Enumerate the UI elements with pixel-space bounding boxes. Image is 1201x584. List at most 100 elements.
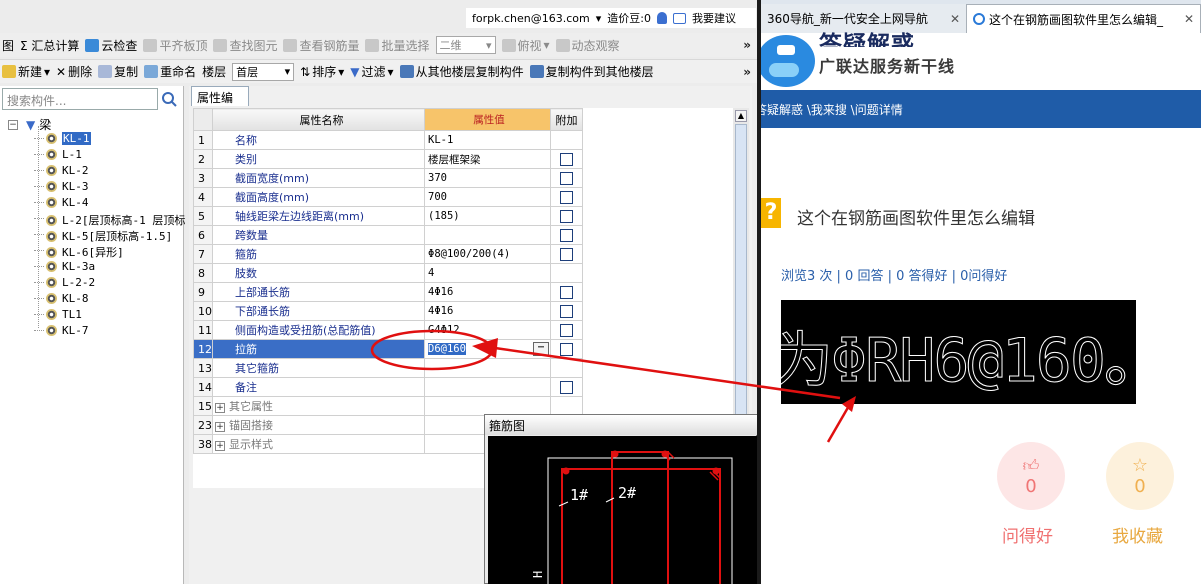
property-value-text[interactable]: (185): [428, 210, 460, 222]
orbit-view-button[interactable]: 动态观察: [555, 37, 620, 54]
view-rebar-button[interactable]: 查看钢筋量: [283, 37, 359, 54]
align-top-button[interactable]: 平齐板顶: [143, 37, 207, 54]
tree-item[interactable]: KL-4: [34, 196, 89, 209]
question-image[interactable]: 为ΦRH6@160。: [781, 300, 1136, 404]
search-icon[interactable]: [160, 90, 178, 108]
extra-checkbox[interactable]: [560, 228, 573, 242]
property-value[interactable]: 700: [424, 187, 551, 207]
property-value-text[interactable]: KL-1: [428, 134, 453, 146]
tree-item[interactable]: L-2[层顶标高-1 层顶标: [34, 212, 185, 228]
property-row[interactable]: 9 上部通长筋 4Φ16: [193, 282, 583, 302]
property-row[interactable]: 10 下部通长筋 4Φ16: [193, 301, 583, 321]
browser-tab-question[interactable]: 这个在钢筋画图软件里怎么编辑_ ✕: [966, 4, 1201, 33]
top-view-button[interactable]: 俯视 ▾: [501, 37, 550, 54]
property-value[interactable]: 4Φ16: [424, 301, 551, 321]
expand-icon[interactable]: +: [215, 441, 225, 451]
summary-calc-button[interactable]: Σ 汇总计算: [20, 37, 79, 54]
cloud-check-button[interactable]: 云检查: [85, 37, 137, 54]
property-row[interactable]: 14 备注: [193, 377, 583, 397]
extra-checkbox[interactable]: [560, 342, 573, 356]
extra-checkbox[interactable]: [560, 190, 573, 204]
property-value[interactable]: [424, 377, 551, 397]
suggest-link[interactable]: 我要建议: [692, 10, 736, 26]
rename-button[interactable]: 重命名: [144, 63, 196, 80]
tree-root-beam[interactable]: − ▼ 梁: [8, 116, 51, 133]
tree-item[interactable]: L-1: [34, 148, 82, 161]
grid-scrollbar[interactable]: ▲: [733, 108, 749, 438]
property-value[interactable]: [424, 396, 551, 416]
find-element-button[interactable]: 查找图元: [213, 37, 277, 54]
bell-icon[interactable]: [656, 12, 667, 24]
copy-button[interactable]: 复制: [98, 63, 138, 80]
tree-item[interactable]: L-2-2: [34, 276, 95, 289]
extra-checkbox[interactable]: [560, 209, 573, 223]
property-value-text[interactable]: 4Φ16: [428, 305, 453, 317]
extra-checkbox[interactable]: [560, 380, 573, 394]
collapse-icon[interactable]: −: [8, 119, 18, 130]
filter-button[interactable]: ▼ 过滤 ▾: [350, 63, 393, 80]
batch-select-button[interactable]: 批量选择: [365, 37, 430, 54]
property-row[interactable]: 4 截面高度(mm) 700: [193, 187, 583, 207]
property-row[interactable]: 8 肢数 4: [193, 263, 583, 283]
overflow-chevron-icon[interactable]: »: [743, 38, 751, 52]
stirrup-diagram-window[interactable]: 箍筋图 1# 2# H: [484, 414, 757, 584]
property-value[interactable]: D6@160 ⋯: [424, 339, 551, 359]
property-value[interactable]: Φ8@100/200(4): [424, 244, 551, 264]
search-input[interactable]: 搜索构件...: [2, 88, 158, 110]
property-value[interactable]: 4Φ16: [424, 282, 551, 302]
overflow-chevron-icon[interactable]: »: [743, 65, 751, 79]
property-row[interactable]: 2 类别 楼层框架梁: [193, 149, 583, 169]
new-button[interactable]: 新建 ▾: [2, 63, 50, 80]
property-value-text[interactable]: 700: [428, 191, 447, 203]
property-row[interactable]: 1 名称 KL-1: [193, 130, 583, 150]
tree-item[interactable]: KL-6[异形]: [34, 244, 124, 260]
property-value-text[interactable]: 4Φ16: [428, 286, 453, 298]
property-value[interactable]: G4Φ12: [424, 320, 551, 340]
stirrup-window-title[interactable]: 箍筋图: [485, 415, 757, 435]
property-row[interactable]: 5 轴线距梁左边线距离(mm) (185): [193, 206, 583, 226]
extra-checkbox[interactable]: [560, 247, 573, 261]
extra-checkbox[interactable]: [560, 171, 573, 185]
property-value[interactable]: [424, 225, 551, 245]
chat-icon[interactable]: [672, 12, 686, 24]
copy-to-floor-button[interactable]: 复制构件到其他楼层: [529, 63, 654, 80]
delete-button[interactable]: ✕ 删除: [56, 63, 92, 80]
ellipsis-button[interactable]: ⋯: [533, 342, 549, 356]
favorite-label[interactable]: 我收藏: [1112, 522, 1163, 547]
property-value-text[interactable]: 4: [428, 267, 434, 279]
tab-property-edit[interactable]: 属性编辑: [191, 86, 249, 122]
property-value[interactable]: 4: [424, 263, 551, 283]
property-value-text[interactable]: Φ8@100/200(4): [428, 248, 510, 260]
scroll-up-icon[interactable]: ▲: [735, 110, 747, 122]
property-row[interactable]: 12 拉筋 D6@160 ⋯: [193, 339, 583, 359]
property-row[interactable]: 6 跨数量: [193, 225, 583, 245]
tree-item[interactable]: KL-7: [34, 324, 89, 337]
scroll-thumb[interactable]: [735, 124, 747, 434]
property-value[interactable]: 楼层框架梁: [424, 149, 551, 169]
property-row[interactable]: 11 侧面构造或受扭筋(总配筋值) G4Φ12: [193, 320, 583, 340]
dropdown-arrow-icon[interactable]: ▾: [596, 12, 602, 25]
tree-item[interactable]: KL-8: [34, 292, 89, 305]
tree-item[interactable]: TL1: [34, 308, 82, 321]
property-row[interactable]: 7 箍筋 Φ8@100/200(4): [193, 244, 583, 264]
expand-icon[interactable]: +: [215, 422, 225, 432]
tree-item[interactable]: KL-3a: [34, 260, 95, 273]
tb-graph-button[interactable]: 图: [2, 37, 14, 54]
extra-checkbox[interactable]: [560, 304, 573, 318]
extra-checkbox[interactable]: [560, 323, 573, 337]
property-value[interactable]: KL-1: [424, 130, 551, 150]
view-mode-select[interactable]: 二维 ▾: [435, 36, 496, 54]
breadcrumb-text[interactable]: 答疑解惑 \我来搜 \问题详情: [761, 103, 903, 117]
property-value[interactable]: (185): [424, 206, 551, 226]
property-row[interactable]: 15 + 其它属性: [193, 396, 583, 416]
property-value-text[interactable]: 楼层框架梁: [428, 154, 481, 166]
property-value[interactable]: [424, 358, 551, 378]
extra-checkbox[interactable]: [560, 152, 573, 166]
floor-select[interactable]: 首层 ▾: [232, 62, 295, 81]
sort-button[interactable]: ⇅ 排序 ▾: [300, 63, 344, 80]
close-icon[interactable]: ✕: [1184, 12, 1194, 26]
good-question-button[interactable]: 👍︎ 0: [997, 442, 1065, 510]
property-row[interactable]: 13 其它箍筋: [193, 358, 583, 378]
property-value[interactable]: 370: [424, 168, 551, 188]
property-value-text[interactable]: 370: [428, 172, 447, 184]
